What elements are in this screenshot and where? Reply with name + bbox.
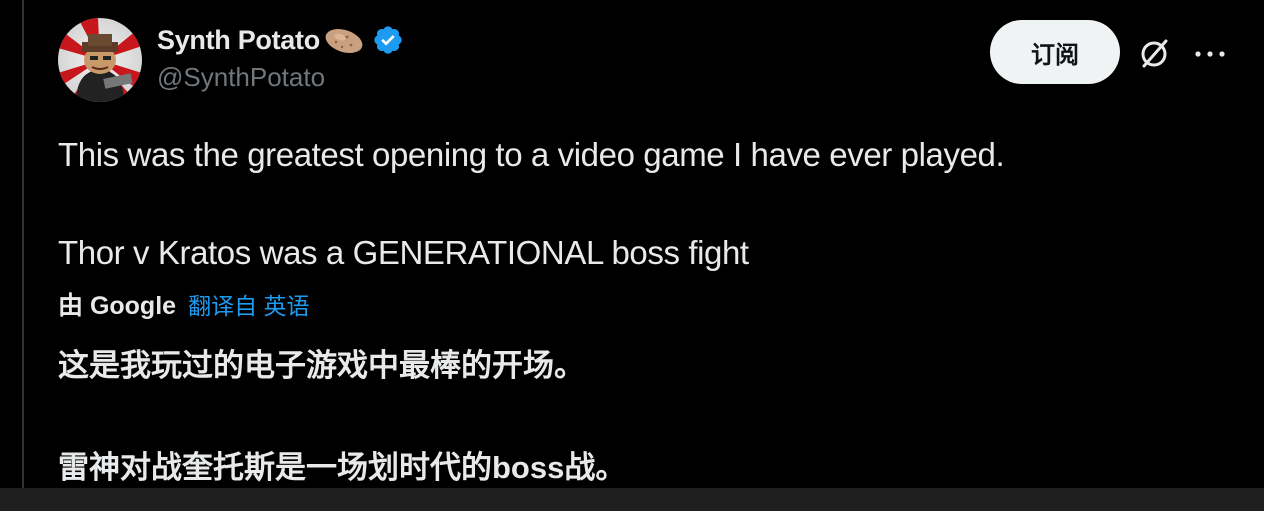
author-name-row[interactable]: Synth Potato xyxy=(157,20,404,60)
translated-text-line: 雷神对战奎托斯是一场划时代的boss战。 xyxy=(58,450,627,485)
tweet-text-line: This was the greatest opening to a video… xyxy=(58,136,1005,173)
translation-attribution: 由 Google 翻译自 英语 xyxy=(58,286,309,322)
more-icon[interactable] xyxy=(1190,34,1230,74)
verified-badge-icon[interactable] xyxy=(372,24,404,56)
bottom-strip xyxy=(0,488,1264,511)
translated-from-link[interactable]: 翻译自 英语 xyxy=(188,287,309,321)
translated-by-label: 由 Google xyxy=(58,292,177,320)
author-display-name[interactable]: Synth Potato xyxy=(157,25,320,56)
avatar-image xyxy=(58,18,142,102)
avatar[interactable] xyxy=(58,18,142,102)
tweet-text-line: Thor v Kratos was a GENERATIONAL boss fi… xyxy=(58,234,749,271)
translated-text-line: 这是我玩过的电子游戏中最棒的开场。 xyxy=(58,348,585,383)
grok-icon[interactable] xyxy=(1134,34,1174,74)
subscribe-button[interactable]: 订阅 xyxy=(990,20,1120,84)
author-handle[interactable]: @SynthPotato xyxy=(157,62,325,93)
potato-icon xyxy=(322,25,366,55)
tweet-left-border xyxy=(22,0,24,488)
